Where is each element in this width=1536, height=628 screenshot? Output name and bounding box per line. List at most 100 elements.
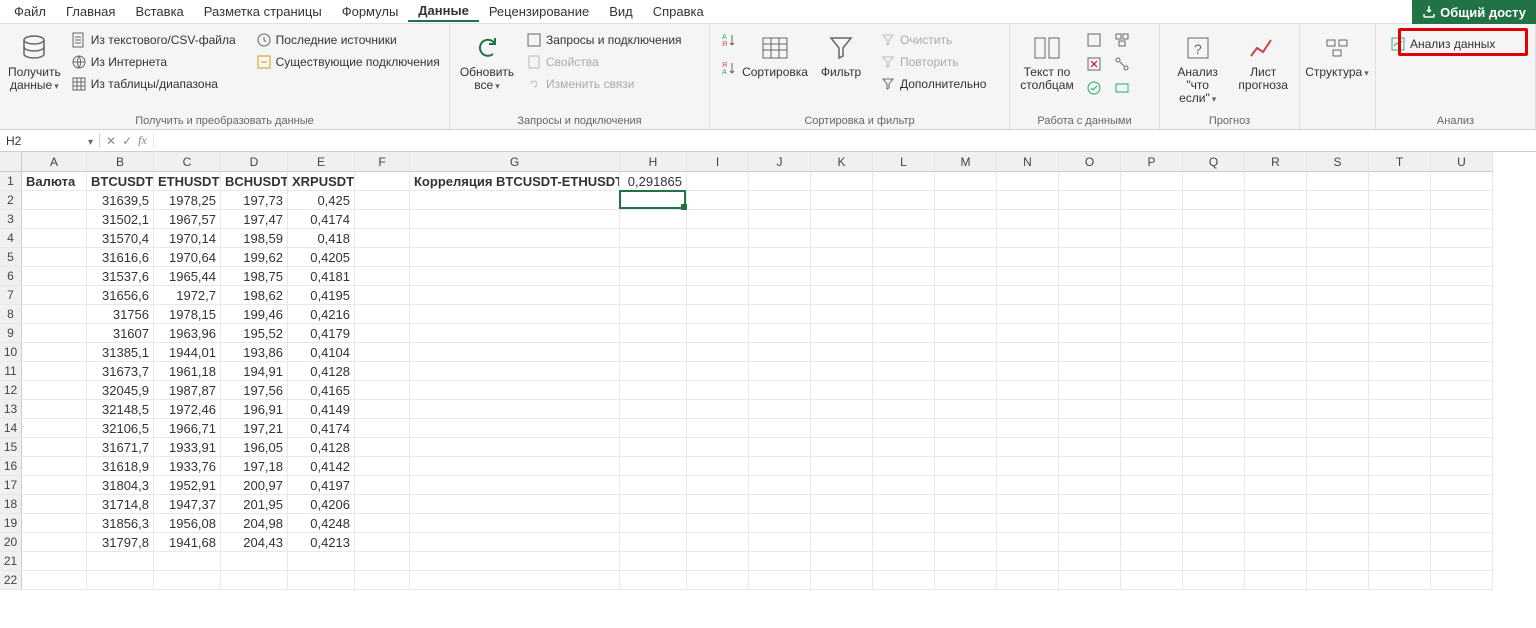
- cell-U17[interactable]: [1431, 476, 1493, 495]
- row-header-8[interactable]: 8: [0, 305, 22, 324]
- cell-J17[interactable]: [749, 476, 811, 495]
- row-header-7[interactable]: 7: [0, 286, 22, 305]
- cell-C18[interactable]: 1947,37: [154, 495, 221, 514]
- menu-item-рецензирование[interactable]: Рецензирование: [479, 2, 599, 21]
- cell-D18[interactable]: 201,95: [221, 495, 288, 514]
- cell-L8[interactable]: [873, 305, 935, 324]
- cell-C19[interactable]: 1956,08: [154, 514, 221, 533]
- cell-M3[interactable]: [935, 210, 997, 229]
- row-header-17[interactable]: 17: [0, 476, 22, 495]
- cell-C14[interactable]: 1966,71: [154, 419, 221, 438]
- menu-item-данные[interactable]: Данные: [408, 1, 479, 22]
- cell-B2[interactable]: 31639,5: [87, 191, 154, 210]
- col-header-K[interactable]: K: [811, 152, 873, 172]
- cell-U14[interactable]: [1431, 419, 1493, 438]
- edit-links-button[interactable]: Изменить связи: [522, 74, 686, 94]
- cell-P12[interactable]: [1121, 381, 1183, 400]
- cell-I22[interactable]: [687, 571, 749, 590]
- cell-G3[interactable]: [410, 210, 620, 229]
- cell-G5[interactable]: [410, 248, 620, 267]
- cell-E13[interactable]: 0,4149: [288, 400, 355, 419]
- cell-E19[interactable]: 0,4248: [288, 514, 355, 533]
- cell-P16[interactable]: [1121, 457, 1183, 476]
- row-header-6[interactable]: 6: [0, 267, 22, 286]
- cell-H7[interactable]: [620, 286, 687, 305]
- flash-fill-button[interactable]: [1082, 30, 1106, 50]
- cell-P19[interactable]: [1121, 514, 1183, 533]
- remove-duplicates-button[interactable]: [1082, 54, 1106, 74]
- cell-L15[interactable]: [873, 438, 935, 457]
- cell-A16[interactable]: [22, 457, 87, 476]
- cell-G1[interactable]: Корреляция BTCUSDT-ETHUSDT: [410, 172, 620, 191]
- cell-C13[interactable]: 1972,46: [154, 400, 221, 419]
- cell-T22[interactable]: [1369, 571, 1431, 590]
- cell-Q7[interactable]: [1183, 286, 1245, 305]
- cell-J1[interactable]: [749, 172, 811, 191]
- cell-B15[interactable]: 31671,7: [87, 438, 154, 457]
- cell-R3[interactable]: [1245, 210, 1307, 229]
- cell-J6[interactable]: [749, 267, 811, 286]
- cell-T7[interactable]: [1369, 286, 1431, 305]
- sort-button[interactable]: Сортировка: [744, 30, 806, 81]
- cell-I5[interactable]: [687, 248, 749, 267]
- cell-T18[interactable]: [1369, 495, 1431, 514]
- cell-H17[interactable]: [620, 476, 687, 495]
- cell-B12[interactable]: 32045,9: [87, 381, 154, 400]
- cell-L7[interactable]: [873, 286, 935, 305]
- cell-D16[interactable]: 197,18: [221, 457, 288, 476]
- cell-Q15[interactable]: [1183, 438, 1245, 457]
- cell-S14[interactable]: [1307, 419, 1369, 438]
- cell-N4[interactable]: [997, 229, 1059, 248]
- cell-H12[interactable]: [620, 381, 687, 400]
- cell-T8[interactable]: [1369, 305, 1431, 324]
- cell-E11[interactable]: 0,4128: [288, 362, 355, 381]
- refresh-all-button[interactable]: Обновить все: [456, 30, 518, 94]
- cell-M21[interactable]: [935, 552, 997, 571]
- cell-F15[interactable]: [355, 438, 410, 457]
- cell-D15[interactable]: 196,05: [221, 438, 288, 457]
- cell-P10[interactable]: [1121, 343, 1183, 362]
- col-header-R[interactable]: R: [1245, 152, 1307, 172]
- from-table-range-button[interactable]: Из таблицы/диапазона: [67, 74, 240, 94]
- forecast-sheet-button[interactable]: Лист прогноза: [1233, 30, 1293, 94]
- col-header-F[interactable]: F: [355, 152, 410, 172]
- cell-C7[interactable]: 1972,7: [154, 286, 221, 305]
- cell-N15[interactable]: [997, 438, 1059, 457]
- cell-U3[interactable]: [1431, 210, 1493, 229]
- col-header-S[interactable]: S: [1307, 152, 1369, 172]
- cell-R11[interactable]: [1245, 362, 1307, 381]
- cell-P11[interactable]: [1121, 362, 1183, 381]
- cell-M14[interactable]: [935, 419, 997, 438]
- cell-C1[interactable]: ETHUSDT: [154, 172, 221, 191]
- sort-asc-button[interactable]: AЯ: [716, 30, 740, 50]
- cell-K17[interactable]: [811, 476, 873, 495]
- cell-I1[interactable]: [687, 172, 749, 191]
- cell-H21[interactable]: [620, 552, 687, 571]
- cell-K19[interactable]: [811, 514, 873, 533]
- col-header-J[interactable]: J: [749, 152, 811, 172]
- cell-M22[interactable]: [935, 571, 997, 590]
- row-header-21[interactable]: 21: [0, 552, 22, 571]
- cell-J11[interactable]: [749, 362, 811, 381]
- row-header-14[interactable]: 14: [0, 419, 22, 438]
- row-header-9[interactable]: 9: [0, 324, 22, 343]
- cell-P5[interactable]: [1121, 248, 1183, 267]
- cell-B3[interactable]: 31502,1: [87, 210, 154, 229]
- cell-T2[interactable]: [1369, 191, 1431, 210]
- cell-M9[interactable]: [935, 324, 997, 343]
- cell-T3[interactable]: [1369, 210, 1431, 229]
- from-web-button[interactable]: Из Интернета: [67, 52, 240, 72]
- cell-R21[interactable]: [1245, 552, 1307, 571]
- cell-B1[interactable]: BTCUSDT: [87, 172, 154, 191]
- cell-J16[interactable]: [749, 457, 811, 476]
- cell-K12[interactable]: [811, 381, 873, 400]
- cell-K10[interactable]: [811, 343, 873, 362]
- cell-C17[interactable]: 1952,91: [154, 476, 221, 495]
- cell-F12[interactable]: [355, 381, 410, 400]
- cell-O6[interactable]: [1059, 267, 1121, 286]
- cell-Q5[interactable]: [1183, 248, 1245, 267]
- cell-M20[interactable]: [935, 533, 997, 552]
- cell-L18[interactable]: [873, 495, 935, 514]
- cell-C2[interactable]: 1978,25: [154, 191, 221, 210]
- cell-O10[interactable]: [1059, 343, 1121, 362]
